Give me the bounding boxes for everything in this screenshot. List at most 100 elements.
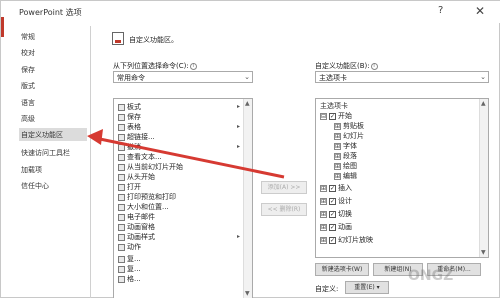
new-tab-button[interactable]: 新建选项卡(W) xyxy=(315,263,369,276)
ribbon-tree[interactable]: 主选项卡 ⊟ ✓ 开始 ⊞ 剪贴板 ⊞ 幻灯片 ⊞ 字体 ⊞ 段落 ⊞ 绘图 ⊞ 编辑 ⊞ ✓ 插入… xyxy=(315,98,489,258)
submenu-arrow-icon: ▸ xyxy=(236,233,240,240)
watermark: ONGZ xyxy=(408,268,454,284)
list-item[interactable]: 格... xyxy=(118,275,141,283)
chevron-down-icon: ⌄ xyxy=(480,73,486,81)
checkbox-checked-icon[interactable]: ✓ xyxy=(329,184,336,192)
info-icon: i xyxy=(189,62,197,70)
checkbox-checked-icon[interactable]: ✓ xyxy=(329,197,336,205)
submenu-arrow-icon: ▸ xyxy=(236,143,240,150)
checkbox-checked-icon[interactable]: ✓ xyxy=(329,112,336,120)
list-item[interactable]: 打印预览和打印 xyxy=(118,193,176,201)
info-icon: i xyxy=(370,62,378,70)
tree-item-font[interactable]: ⊞ 字体 xyxy=(334,142,357,151)
commands-listbox[interactable]: 板式 ▸ 保存 表格 ▸ 超链接... 撤消 ▸ 查看文本... 从当前幻灯片开始 从… xyxy=(113,98,253,298)
sidebar-item-layout[interactable]: 版式 xyxy=(21,81,35,91)
tree-item-transitions[interactable]: ⊞ ✓ 切换 xyxy=(320,210,352,219)
title-bar: PowerPoint 选项 ? ✕ xyxy=(1,1,500,23)
window-edge-accent xyxy=(1,17,4,37)
expand-icon[interactable]: ⊞ xyxy=(334,132,341,140)
list-item[interactable]: 保存 xyxy=(118,113,141,121)
animation-styles-icon xyxy=(118,233,125,241)
remove-button[interactable]: << 删除(R) xyxy=(261,203,307,216)
scroll-down-icon[interactable]: ▼ xyxy=(245,290,250,297)
play-from-current-icon xyxy=(118,163,125,171)
list-item[interactable]: 从头开始 xyxy=(118,173,155,181)
sidebar-item-general[interactable]: 常规 xyxy=(21,32,35,42)
print-icon xyxy=(118,193,125,201)
size-position-icon xyxy=(118,203,125,211)
expand-icon[interactable]: ⊞ xyxy=(334,142,341,150)
checkbox-checked-icon[interactable]: ✓ xyxy=(329,210,336,218)
customize-ribbon-select[interactable]: 主选项卡 ⌄ xyxy=(315,71,489,83)
scroll-up-icon[interactable]: ▲ xyxy=(481,100,486,107)
email-icon xyxy=(118,213,125,221)
animation-pane-icon xyxy=(118,223,125,231)
sidebar-item-proofing[interactable]: 校对 xyxy=(21,48,35,58)
scroll-down-icon[interactable]: ▼ xyxy=(481,249,486,256)
sidebar-item-quick-access-toolbar[interactable]: 快速访问工具栏 xyxy=(21,148,70,158)
list-item[interactable]: 板式 xyxy=(118,103,141,111)
expand-icon[interactable]: ⊞ xyxy=(334,152,341,160)
copy-icon xyxy=(118,255,125,263)
choose-commands-select[interactable]: 常用命令 ⌄ xyxy=(113,71,253,83)
commands-scrollbar[interactable]: ▲ ▼ xyxy=(243,99,252,298)
format-icon xyxy=(118,103,125,111)
list-item[interactable]: 动画窗格 xyxy=(118,223,155,231)
tree-item-insert[interactable]: ⊞ ✓ 插入 xyxy=(320,184,352,193)
section-title: 自定义功能区。 xyxy=(129,36,178,44)
expand-icon[interactable]: ⊞ xyxy=(320,210,327,218)
submenu-arrow-icon: ▸ xyxy=(236,103,240,110)
expand-icon[interactable]: ⊞ xyxy=(320,236,327,244)
submenu-arrow-icon: ▸ xyxy=(236,123,240,130)
tree-item-editing[interactable]: ⊞ 编辑 xyxy=(334,172,357,181)
tree-item-design[interactable]: ⊞ ✓ 设计 xyxy=(320,197,352,206)
list-item[interactable]: 查看文本... xyxy=(118,153,162,161)
sidebar-item-save[interactable]: 保存 xyxy=(21,65,35,75)
list-item[interactable]: 打开 xyxy=(118,183,141,191)
expand-icon[interactable]: ⊞ xyxy=(334,162,341,170)
add-button[interactable]: 添加(A) >> xyxy=(261,181,307,194)
list-item[interactable]: 复... xyxy=(118,265,141,273)
tree-item-home[interactable]: ⊟ ✓ 开始 xyxy=(320,112,352,121)
help-icon[interactable]: ? xyxy=(438,5,443,16)
tree-item-clipboard[interactable]: ⊞ 剪贴板 xyxy=(334,122,364,131)
list-item[interactable]: 复... xyxy=(118,255,141,263)
list-item[interactable]: 撤消 xyxy=(118,143,141,151)
list-item[interactable]: 动画样式 xyxy=(118,233,155,241)
customize-ribbon-value: 主选项卡 xyxy=(319,74,347,82)
tree-item-paragraph[interactable]: ⊞ 段落 xyxy=(334,152,357,161)
expand-icon[interactable]: ⊞ xyxy=(320,223,327,231)
checkbox-checked-icon[interactable]: ✓ xyxy=(329,236,336,244)
expand-icon[interactable]: ⊞ xyxy=(334,172,341,180)
expand-icon[interactable]: ⊞ xyxy=(320,184,327,192)
custom-label: 自定义: xyxy=(315,285,339,293)
sidebar-item-customize-ribbon[interactable]: 自定义功能区 xyxy=(19,128,87,141)
sidebar-item-advanced[interactable]: 高级 xyxy=(21,114,35,124)
action-icon xyxy=(118,243,125,251)
save-icon xyxy=(118,113,125,121)
sidebar-item-add-ins[interactable]: 加载项 xyxy=(21,165,42,175)
sidebar-item-language[interactable]: 语言 xyxy=(21,98,35,108)
undo-icon xyxy=(118,143,125,151)
tree-scrollbar[interactable]: ▲ ▼ xyxy=(479,99,488,257)
close-icon[interactable]: ✕ xyxy=(475,4,485,18)
checkbox-checked-icon[interactable]: ✓ xyxy=(329,223,336,231)
sidebar-item-trust-center[interactable]: 信任中心 xyxy=(21,181,49,191)
expand-icon[interactable]: ⊞ xyxy=(334,122,341,130)
list-item[interactable]: 电子邮件 xyxy=(118,213,155,221)
list-item[interactable]: 超链接... xyxy=(118,133,155,141)
format-painter-icon xyxy=(118,275,125,283)
copy-icon xyxy=(118,265,125,273)
tree-item-animations[interactable]: ⊞ ✓ 动画 xyxy=(320,223,352,232)
tree-item-slide-show[interactable]: ⊞ ✓ 幻灯片放映 xyxy=(320,236,373,245)
scroll-up-icon[interactable]: ▲ xyxy=(245,100,250,107)
expand-icon[interactable]: ⊞ xyxy=(320,197,327,205)
list-item[interactable]: 动作 xyxy=(118,243,141,251)
reset-button[interactable]: 重置(E) ▾ xyxy=(345,281,389,294)
list-item[interactable]: 表格 xyxy=(118,123,141,131)
collapse-icon[interactable]: ⊟ xyxy=(320,112,327,120)
list-item[interactable]: 大小和位置... xyxy=(118,203,169,211)
tree-item-slides[interactable]: ⊞ 幻灯片 xyxy=(334,132,364,141)
list-item[interactable]: 从当前幻灯片开始 xyxy=(118,163,183,171)
tree-item-drawing[interactable]: ⊞ 绘图 xyxy=(334,162,357,171)
